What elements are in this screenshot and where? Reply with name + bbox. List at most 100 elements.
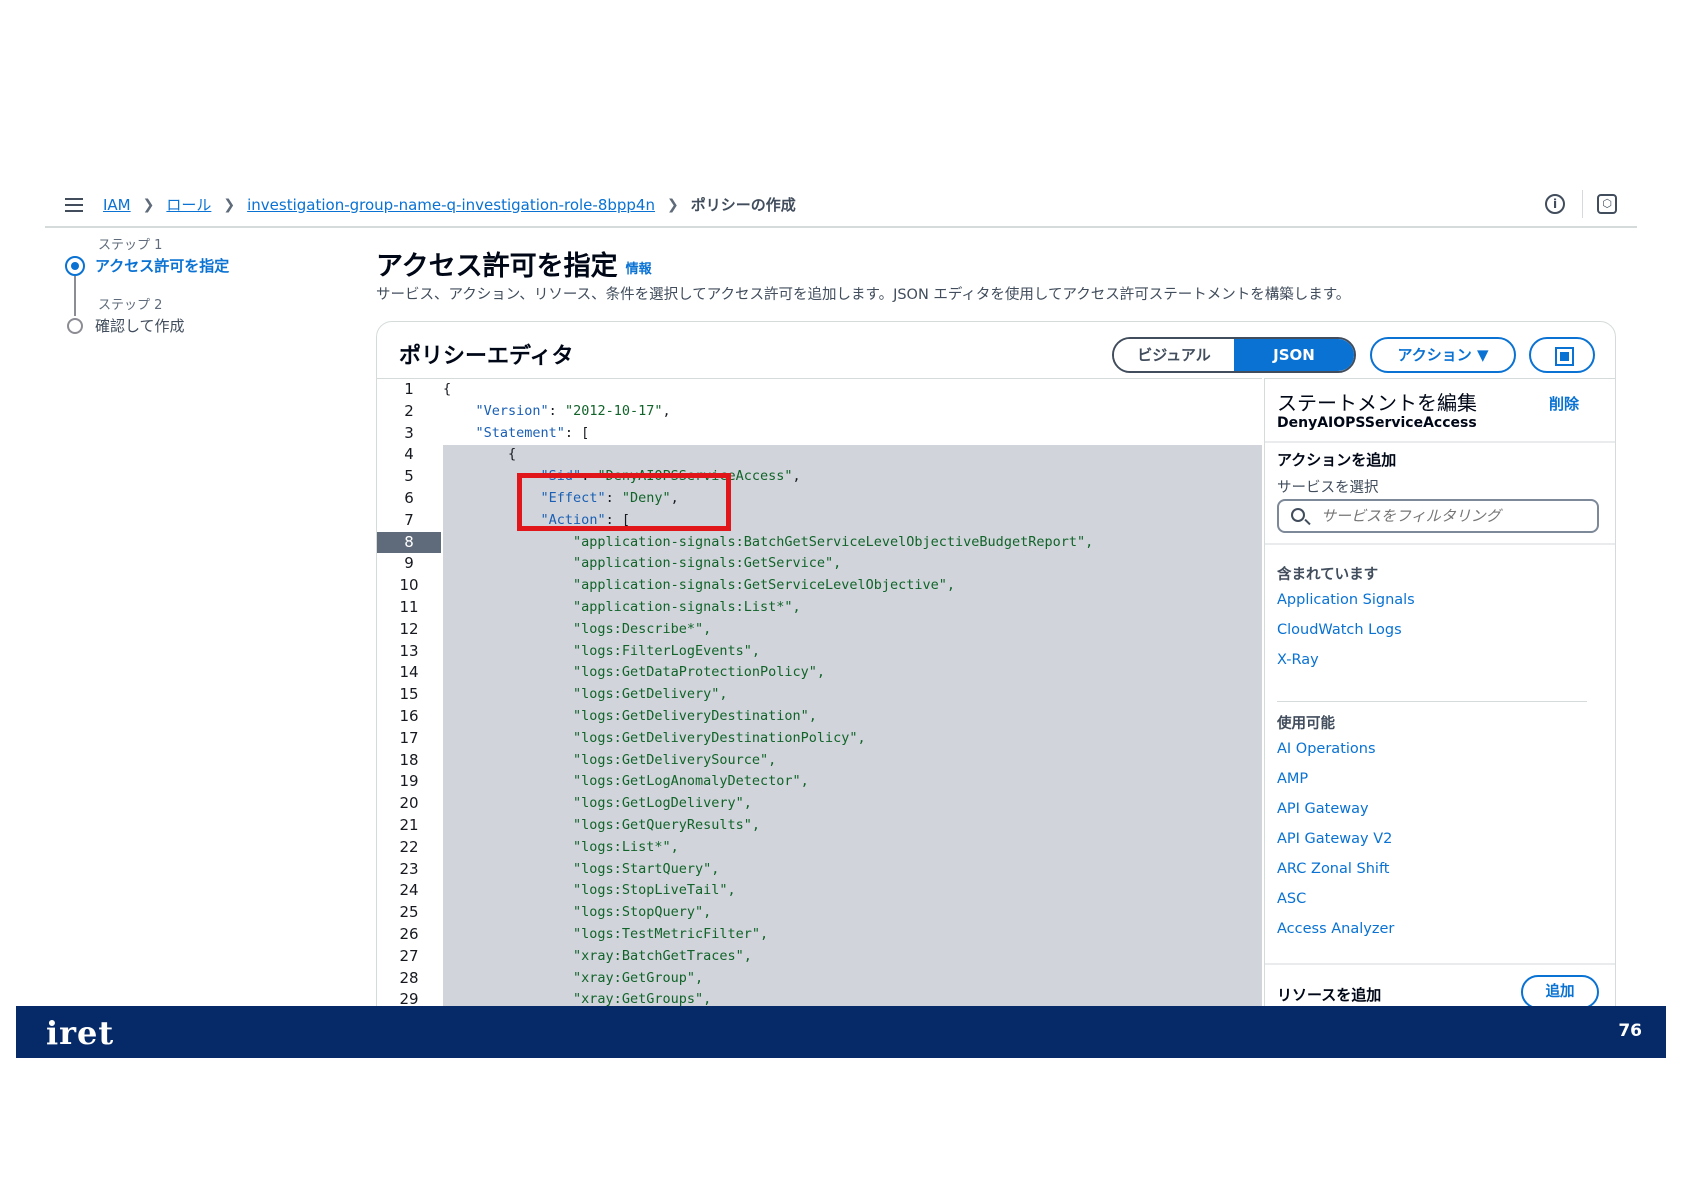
line-number: 25 xyxy=(399,903,419,922)
line-number: 20 xyxy=(399,794,419,813)
line-number: 13 xyxy=(399,641,419,660)
tab-json[interactable]: JSON xyxy=(1234,339,1354,371)
code-value: "application-signals:List*", xyxy=(573,598,801,615)
code-line: "logs:StopLiveTail", xyxy=(443,880,1093,902)
code-line: "application-signals:BatchGetServiceLeve… xyxy=(443,532,1093,554)
search-icon xyxy=(1291,508,1305,522)
json-code-editor[interactable]: 1 2 3 4 5 6 7 8 9 10 11 12 13 14 15 16 17 18 19 20 21 22 23 24 2… xyxy=(377,378,1262,1010)
code-line: "Version": "2012-10-17", xyxy=(475,402,671,419)
step2[interactable]: 確認して作成 xyxy=(65,315,345,336)
step-inactive-icon xyxy=(67,317,83,334)
line-number: 26 xyxy=(399,924,419,943)
line-number: 4 xyxy=(404,445,414,464)
code-line: { xyxy=(443,444,1093,466)
service-link[interactable]: API Gateway xyxy=(1277,801,1369,817)
service-link[interactable]: CloudWatch Logs xyxy=(1277,622,1402,638)
step1-label: ステップ 1 xyxy=(98,238,163,253)
code-key: "Statement" xyxy=(475,424,565,441)
red-highlight-box xyxy=(517,473,731,531)
slide-footer: iret 76 xyxy=(16,1006,1666,1058)
code-token: { xyxy=(443,381,452,397)
code-value: "logs:StopQuery", xyxy=(573,904,712,921)
statement-panel: ステートメントを編集 DenyAIOPSServiceAccess 削除 アクシ… xyxy=(1264,378,1615,1010)
code-line: "logs:GetLogDelivery", xyxy=(443,793,1093,815)
code-line: "xray:BatchGetTraces", xyxy=(443,946,1093,968)
code-value: "application-signals:GetServiceLevelObje… xyxy=(573,577,956,594)
line-number: 21 xyxy=(399,815,419,834)
step2-name: 確認して作成 xyxy=(95,317,185,335)
line-number: 23 xyxy=(399,859,419,878)
code-value: "logs:GetLogDelivery", xyxy=(573,795,752,812)
fullscreen-icon[interactable] xyxy=(1529,337,1595,373)
code-line: { xyxy=(443,379,1093,401)
code-value: "logs:GetDeliveryDestinationPolicy", xyxy=(573,729,866,746)
line-number: 22 xyxy=(399,837,419,856)
code-line: "logs:GetDeliveryDestination", xyxy=(443,706,1093,728)
step1-name: アクセス許可を指定 xyxy=(95,257,230,275)
service-filter-input[interactable] xyxy=(1319,504,1589,528)
code-value: "logs:Describe*", xyxy=(573,620,712,637)
line-number: 6 xyxy=(404,488,414,507)
code-token: : [ xyxy=(564,424,590,441)
breadcrumb-role[interactable]: investigation-group-name-q-investigation… xyxy=(247,196,655,214)
included-heading: 含まれています xyxy=(1277,567,1379,583)
page-number: 76 xyxy=(1618,1021,1642,1041)
service-link[interactable]: ASC xyxy=(1277,891,1306,907)
service-link[interactable]: Access Analyzer xyxy=(1277,921,1394,937)
code-value: "2012-10-17" xyxy=(564,402,663,419)
tab-visual[interactable]: ビジュアル xyxy=(1114,339,1234,371)
step-connector xyxy=(74,276,76,316)
statement-title: ステートメントを編集 xyxy=(1277,391,1477,415)
settings-icon[interactable]: ⬡ xyxy=(1597,194,1617,214)
service-link[interactable]: ARC Zonal Shift xyxy=(1277,861,1389,877)
line-number: 5 xyxy=(404,467,414,486)
code-line: "logs:GetDataProtectionPolicy", xyxy=(443,662,1093,684)
line-number: 28 xyxy=(399,968,419,987)
action-lines: "application-signals:BatchGetServiceLeve… xyxy=(443,532,1093,1010)
service-link[interactable]: X-Ray xyxy=(1277,652,1319,668)
add-resource-button[interactable]: 追加 xyxy=(1521,975,1599,1009)
code-line: "application-signals:GetServiceLevelObje… xyxy=(443,575,1093,597)
code-value: "xray:BatchGetTraces", xyxy=(573,947,752,964)
wizard-steps: ステップ 1 アクセス許可を指定 ステップ 2 確認して作成 xyxy=(65,234,345,336)
info-icon[interactable]: i xyxy=(1545,194,1565,214)
line-number: 10 xyxy=(399,576,419,595)
breadcrumb-roles[interactable]: ロール xyxy=(166,194,211,215)
code-line: "logs:StartQuery", xyxy=(443,859,1093,881)
info-link[interactable]: 情報 xyxy=(626,262,652,277)
actions-dropdown-button[interactable]: アクション ▼ xyxy=(1370,337,1516,373)
code-line: "logs:FilterLogEvents", xyxy=(443,641,1093,663)
code-line: "logs:GetQueryResults", xyxy=(443,815,1093,837)
select-service-label: サービスを選択 xyxy=(1277,480,1379,496)
code-value: "application-signals:BatchGetServiceLeve… xyxy=(573,533,1094,550)
delete-link[interactable]: 削除 xyxy=(1549,393,1579,414)
code-line: "logs:GetDelivery", xyxy=(443,684,1093,706)
service-link[interactable]: AMP xyxy=(1277,771,1308,787)
line-number: 1 xyxy=(404,380,414,398)
code-value: "application-signals:GetService", xyxy=(573,555,842,572)
editor-mode-toggle: ビジュアル JSON xyxy=(1112,337,1356,373)
code-line: "logs:GetLogAnomalyDetector", xyxy=(443,771,1093,793)
code-value: "logs:GetLogAnomalyDetector", xyxy=(573,773,809,790)
line-number: 15 xyxy=(399,685,419,704)
available-heading: 使用可能 xyxy=(1277,716,1335,732)
iret-logo: iret xyxy=(46,1014,115,1052)
service-link[interactable]: API Gateway V2 xyxy=(1277,831,1392,847)
code-line: "logs:GetDeliverySource", xyxy=(443,750,1093,772)
service-filter-field[interactable] xyxy=(1277,499,1599,533)
breadcrumb-iam[interactable]: IAM xyxy=(103,196,131,214)
code-value: "logs:StartQuery", xyxy=(573,860,720,877)
code-value: "logs:GetDelivery", xyxy=(573,686,728,703)
code-line: "logs:List*", xyxy=(443,837,1093,859)
code-value: "xray:GetGroups", xyxy=(573,991,712,1008)
code-line: "logs:GetDeliveryDestinationPolicy", xyxy=(443,728,1093,750)
service-link[interactable]: Application Signals xyxy=(1277,592,1415,608)
service-link[interactable]: AI Operations xyxy=(1277,741,1376,757)
menu-icon[interactable] xyxy=(65,198,83,212)
divider xyxy=(1265,963,1615,965)
step1[interactable]: アクセス許可を指定 xyxy=(65,255,345,276)
page-description: サービス、アクション、リソース、条件を選択してアクセス許可を追加します。JSON… xyxy=(376,287,1351,303)
line-number: 8 xyxy=(377,531,441,554)
code-value: "logs:GetDeliverySource", xyxy=(573,751,777,768)
code-line: "logs:Describe*", xyxy=(443,619,1093,641)
